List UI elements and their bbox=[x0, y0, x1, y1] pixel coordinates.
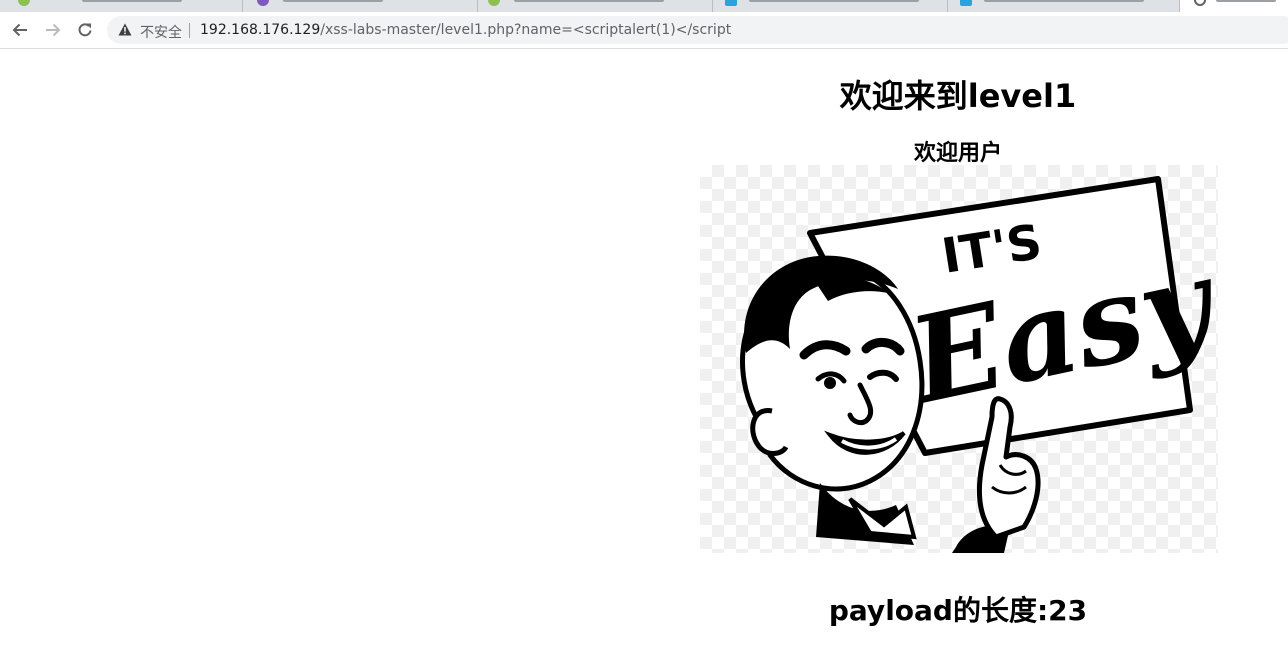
tab-title bbox=[82, 0, 182, 2]
reload-icon bbox=[78, 23, 92, 37]
page-content: 欢迎来到level1 欢迎用户 IT'S Easy payload的长度:23 bbox=[0, 49, 1288, 663]
browser-tab[interactable] bbox=[243, 0, 478, 12]
payload-length: payload的长度:23 bbox=[828, 594, 1088, 627]
browser-tab[interactable] bbox=[948, 0, 1180, 12]
browser-tab[interactable] bbox=[713, 0, 948, 12]
url-path: /xss-labs-master/level1.php?name=<script… bbox=[320, 22, 732, 38]
arrow-right-icon bbox=[46, 23, 61, 37]
level-image: IT'S Easy bbox=[700, 165, 1230, 553]
browser-toolbar: 不安全 192.168.176.129/xss-labs-master/leve… bbox=[0, 12, 1288, 49]
url-text[interactable]: 192.168.176.129/xss-labs-master/level1.p… bbox=[200, 22, 731, 38]
tab-title bbox=[1216, 0, 1276, 2]
tab-favicon-icon bbox=[1194, 0, 1206, 6]
url-host: 192.168.176.129 bbox=[200, 22, 321, 38]
tab-favicon-icon bbox=[18, 0, 30, 6]
address-bar[interactable]: 不安全 192.168.176.129/xss-labs-master/leve… bbox=[107, 16, 1288, 44]
forward-button[interactable] bbox=[42, 19, 64, 41]
address-divider bbox=[189, 23, 190, 38]
tab-favicon-icon bbox=[257, 0, 269, 6]
page-title: 欢迎来到level1 bbox=[839, 77, 1077, 115]
warning-triangle-icon bbox=[118, 23, 132, 36]
tab-title bbox=[283, 0, 383, 2]
security-status-label[interactable]: 不安全 bbox=[140, 22, 182, 42]
tab-title bbox=[514, 0, 664, 2]
arrow-left-icon bbox=[12, 23, 27, 37]
tab-title bbox=[984, 0, 1144, 2]
browser-tab[interactable] bbox=[0, 0, 243, 12]
browser-tab[interactable] bbox=[478, 0, 713, 12]
tab-strip bbox=[0, 0, 1288, 12]
back-button[interactable] bbox=[9, 19, 31, 41]
tab-title bbox=[749, 0, 919, 2]
welcome-heading: 欢迎用户 bbox=[913, 141, 1002, 166]
tab-favicon-icon bbox=[725, 0, 737, 6]
its-easy-illustration: IT'S Easy bbox=[740, 176, 1230, 553]
tab-favicon-icon bbox=[960, 0, 972, 6]
tab-favicon-icon bbox=[488, 0, 500, 6]
reload-button[interactable] bbox=[74, 19, 96, 41]
browser-tab-active[interactable] bbox=[1180, 0, 1288, 12]
